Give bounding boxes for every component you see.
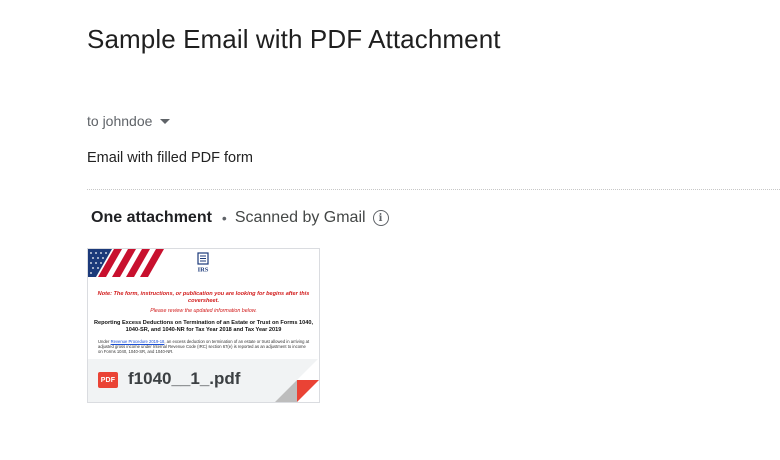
info-icon[interactable]: i: [372, 210, 389, 226]
attachment-card[interactable]: IRS Note: The form, instructions, or pub…: [87, 248, 320, 403]
us-flag-stripes-icon: [88, 249, 164, 277]
recipients-label: to johndoe: [87, 113, 153, 129]
caret-down-icon[interactable]: [160, 119, 171, 124]
preview-heading: Reporting Excess Deductions on Terminati…: [93, 320, 314, 333]
preview-review: Please review the updated information be…: [150, 308, 257, 314]
email-body: Email with filled PDF form: [87, 150, 253, 166]
svg-text:IRS: IRS: [198, 267, 209, 274]
email-subject: Sample Email with PDF Attachment: [87, 24, 501, 54]
preview-body: Under Revenue Procedure 2019-18, an exce…: [98, 339, 311, 354]
attachment-filename[interactable]: f1040__1_.pdf: [128, 369, 240, 389]
separator-dot: •: [221, 210, 227, 226]
scan-status: Scanned by Gmail: [234, 209, 366, 226]
attachment-footer[interactable]: PDF f1040__1_.pdf: [88, 358, 319, 402]
irs-logo: IRS: [197, 252, 209, 274]
page-fold-corner-icon: [275, 358, 319, 402]
attachment-preview[interactable]: IRS Note: The form, instructions, or pub…: [88, 249, 319, 359]
preview-notice: Note: The form, instructions, or publica…: [97, 291, 310, 304]
pdf-page-content: Note: The form, instructions, or publica…: [88, 291, 319, 354]
attachment-divider: [87, 189, 780, 190]
attachment-header: One attachment • Scanned by Gmail i: [91, 209, 389, 227]
recipients-toggle[interactable]: to johndoe: [87, 113, 171, 129]
pdf-file-icon: PDF: [98, 372, 118, 388]
attachment-count: One attachment: [91, 209, 212, 226]
